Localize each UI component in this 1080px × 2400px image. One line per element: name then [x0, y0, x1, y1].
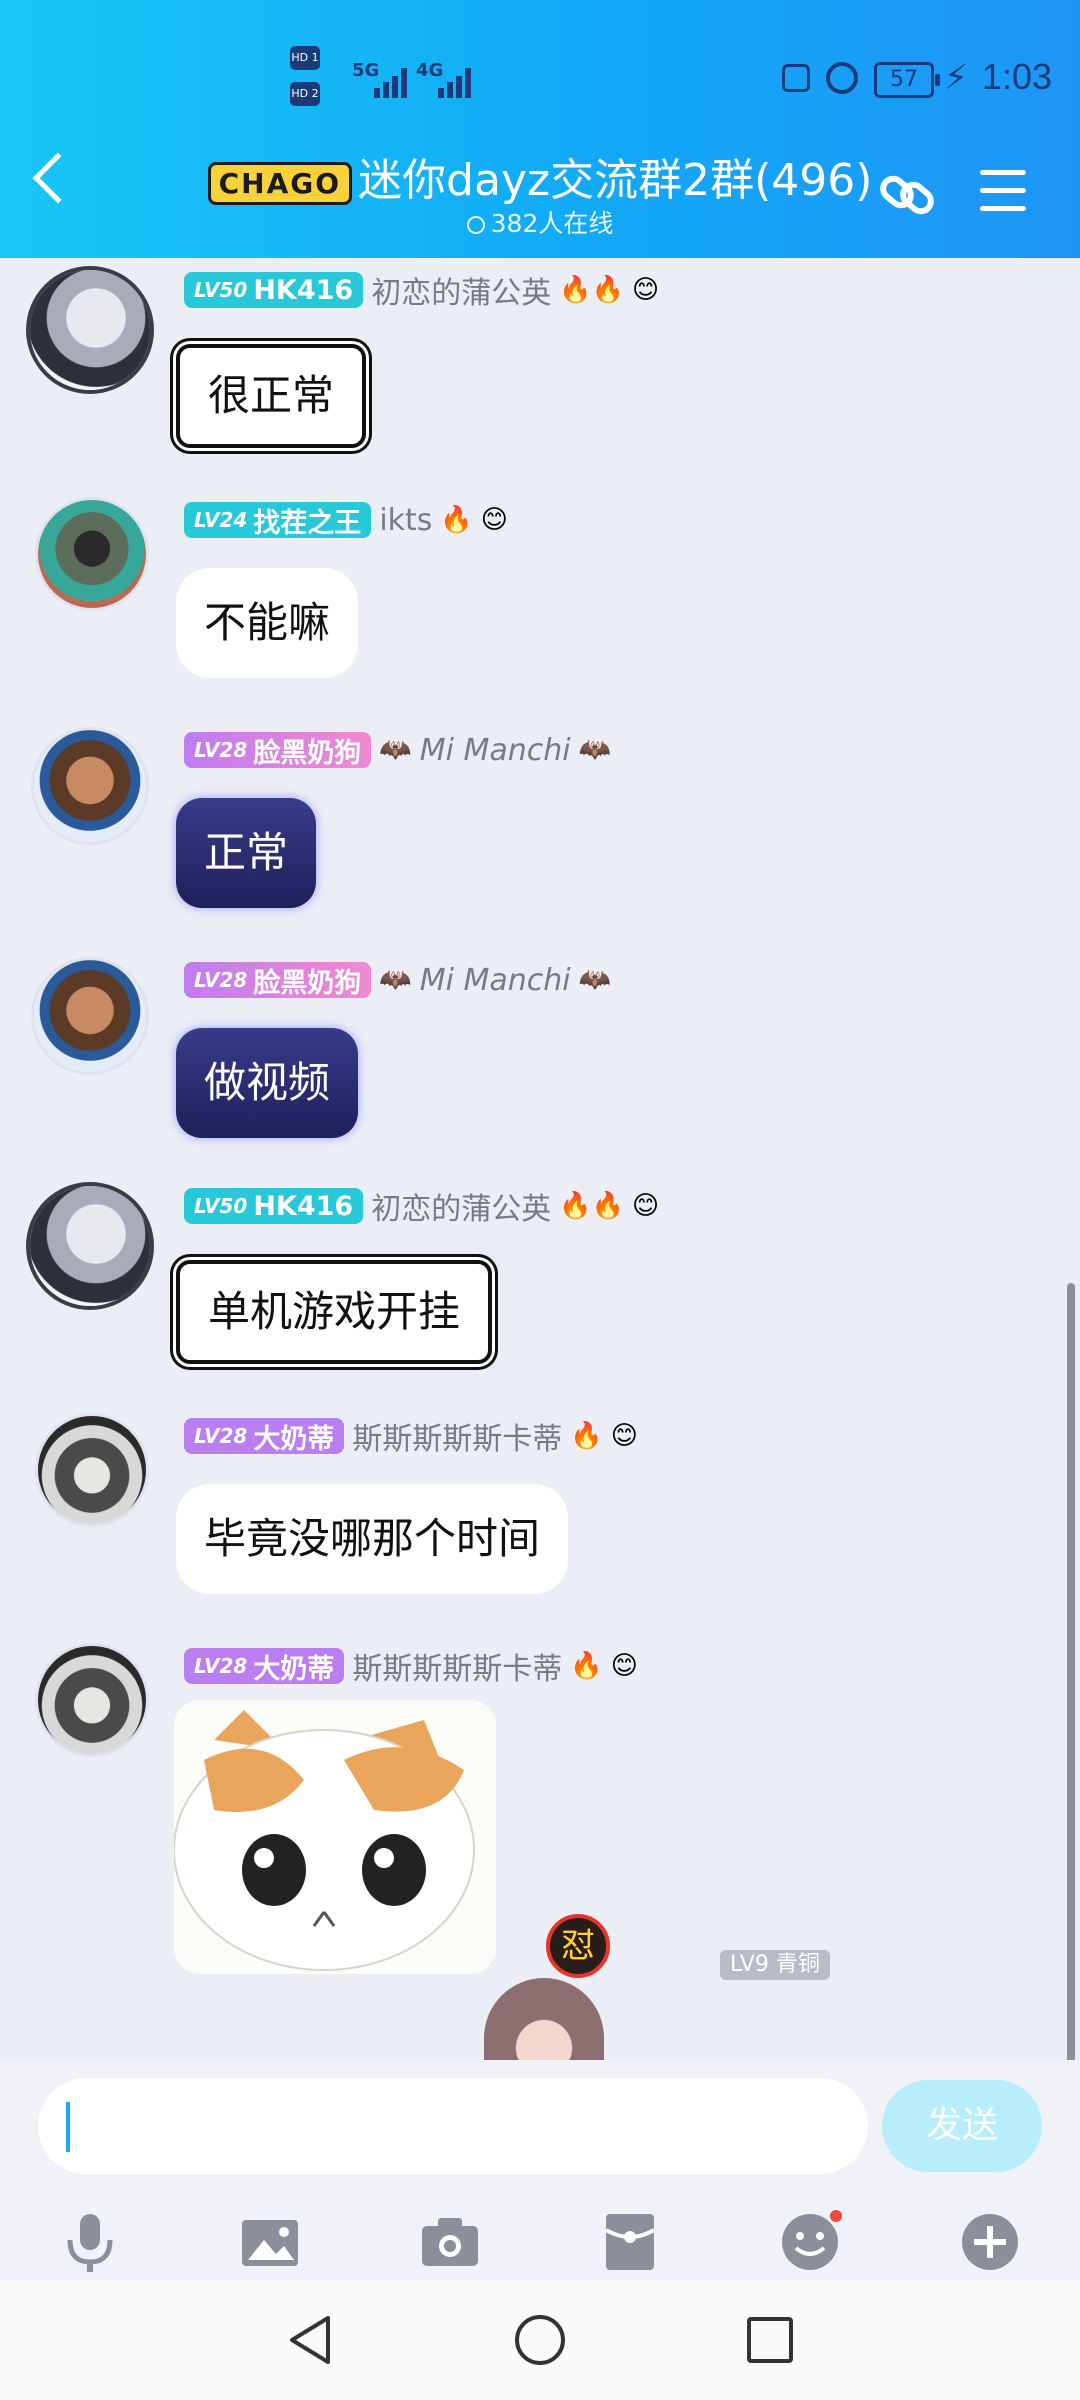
- back-triangle-icon[interactable]: [282, 2312, 338, 2368]
- sender-nickname[interactable]: 斯斯斯斯斯卡蒂: [352, 1414, 562, 1458]
- network2-label: 4G: [416, 60, 444, 81]
- online-icon: [466, 216, 485, 234]
- bat-wing-icon: 🦇: [578, 735, 611, 765]
- cat-sticker-image[interactable]: [174, 1700, 496, 1974]
- sender-line: LV28 脸黑奶狗 🦇 Mi Manchi 🦇: [184, 960, 611, 1000]
- smile-badge-icon: 😊: [631, 275, 660, 305]
- online-label: 382人在线: [490, 209, 614, 238]
- send-button[interactable]: 发送: [882, 2080, 1042, 2172]
- angry-badge-icon[interactable]: 怼: [546, 1914, 610, 1978]
- sender-line: LV50 HK416 初恋的蒲公英 🔥🔥 😊: [184, 268, 660, 312]
- message-bubble[interactable]: 很正常: [176, 344, 367, 448]
- partial-member-badge: LV9 青铜: [720, 1950, 830, 1980]
- fire-icon: 🔥: [570, 1421, 603, 1451]
- message-list[interactable]: LV50 HK416 初恋的蒲公英 🔥🔥 😊 很正常 LV24 找茬之王 ikts 🔥…: [0, 258, 1080, 2078]
- level-badge: LV50 HK416: [184, 1188, 364, 1224]
- status-bar: HD 1 HD 2 5G 4G 57 ⚡ 1:03: [0, 0, 1080, 150]
- sender-nickname[interactable]: Mi Manchi: [420, 733, 571, 768]
- chat-header: HD 1 HD 2 5G 4G 57 ⚡ 1:03 CHAGO 迷你dayz交流群…: [0, 0, 1080, 258]
- link-chain-icon[interactable]: [876, 162, 940, 226]
- sender-nickname[interactable]: ikts: [379, 503, 432, 538]
- avatar[interactable]: [30, 270, 150, 390]
- toolbar: [0, 2210, 1080, 2280]
- smile-badge-icon: 😊: [610, 1421, 638, 1451]
- avatar[interactable]: [30, 1186, 150, 1306]
- message-bubble[interactable]: 毕竟没哪那个时间: [176, 1484, 569, 1594]
- fire-icon: 🔥🔥: [559, 1191, 624, 1221]
- group-name: 迷你dayz交流群2群(496): [358, 155, 873, 206]
- avatar[interactable]: [34, 730, 146, 842]
- recents-square-icon[interactable]: [742, 2312, 798, 2368]
- group-logo: CHAGO: [207, 161, 353, 205]
- level-badge: LV28 大奶蒂: [184, 1418, 345, 1455]
- input-bar: 发送: [0, 2060, 1080, 2280]
- text-caret: [66, 2102, 70, 2152]
- message-bubble[interactable]: 做视频: [176, 1028, 359, 1138]
- sender-line: LV50 HK416 初恋的蒲公英 🔥🔥 😊: [184, 1184, 660, 1228]
- sender-line: LV28 大奶蒂 斯斯斯斯斯卡蒂 🔥 😊: [184, 1644, 638, 1688]
- plus-icon[interactable]: [958, 2210, 1022, 2274]
- network1-label: 5G: [352, 60, 380, 81]
- sender-nickname[interactable]: 初恋的蒲公英: [371, 268, 551, 312]
- bat-wing-icon: 🦇: [578, 965, 611, 995]
- level-badge: LV24 找茬之王: [184, 502, 372, 539]
- level-badge: LV28 脸黑奶狗: [184, 962, 372, 999]
- sender-line: LV28 脸黑奶狗 🦇 Mi Manchi 🦇: [184, 730, 611, 770]
- home-circle-icon[interactable]: [512, 2312, 568, 2368]
- nfc-icon: [782, 64, 810, 92]
- hamburger-menu-icon[interactable]: [980, 170, 1026, 224]
- system-nav-bar: [0, 2280, 1080, 2400]
- bat-wing-icon: 🦇: [379, 735, 412, 765]
- level-badge: LV28 脸黑奶狗: [184, 732, 372, 769]
- avatar[interactable]: [34, 960, 146, 1072]
- avatar[interactable]: [38, 1646, 146, 1754]
- level-badge: LV50 HK416: [184, 272, 364, 308]
- charging-icon: ⚡: [944, 58, 968, 98]
- alarm-icon: [826, 62, 858, 94]
- fire-icon: 🔥: [570, 1651, 603, 1681]
- sender-nickname[interactable]: 初恋的蒲公英: [371, 1184, 551, 1228]
- message-input[interactable]: [38, 2078, 868, 2174]
- smile-badge-icon: 😊: [480, 505, 508, 535]
- clock: 1:03: [981, 56, 1052, 97]
- sim1-indicator: HD 1: [290, 46, 320, 70]
- message-bubble[interactable]: 正常: [176, 798, 317, 908]
- sender-nickname[interactable]: Mi Manchi: [420, 963, 571, 998]
- sim2-indicator: HD 2: [290, 82, 320, 106]
- message-bubble[interactable]: 不能嘛: [176, 568, 359, 678]
- smile-badge-icon: 😊: [631, 1191, 660, 1221]
- avatar[interactable]: [38, 500, 146, 608]
- image-icon[interactable]: [238, 2210, 302, 2274]
- scrollbar[interactable]: [1067, 1283, 1075, 2078]
- sender-line: LV28 大奶蒂 斯斯斯斯斯卡蒂 🔥 😊: [184, 1414, 638, 1458]
- camera-icon[interactable]: [418, 2210, 482, 2274]
- battery-icon: 57: [874, 62, 940, 98]
- message-bubble[interactable]: 单机游戏开挂: [176, 1260, 493, 1364]
- sender-line: LV24 找茬之王 ikts 🔥 😊: [184, 500, 508, 540]
- avatar[interactable]: [38, 1416, 146, 1524]
- fire-icon: 🔥: [440, 505, 473, 535]
- fire-icon: 🔥🔥: [559, 275, 624, 305]
- smile-badge-icon: 😊: [610, 1651, 638, 1681]
- emoji-icon[interactable]: [778, 2210, 842, 2274]
- red-packet-icon[interactable]: [598, 2210, 662, 2274]
- sender-nickname[interactable]: 斯斯斯斯斯卡蒂: [352, 1644, 562, 1688]
- microphone-icon[interactable]: [58, 2210, 122, 2274]
- level-badge: LV28 大奶蒂: [184, 1648, 345, 1685]
- bat-wing-icon: 🦇: [379, 965, 412, 995]
